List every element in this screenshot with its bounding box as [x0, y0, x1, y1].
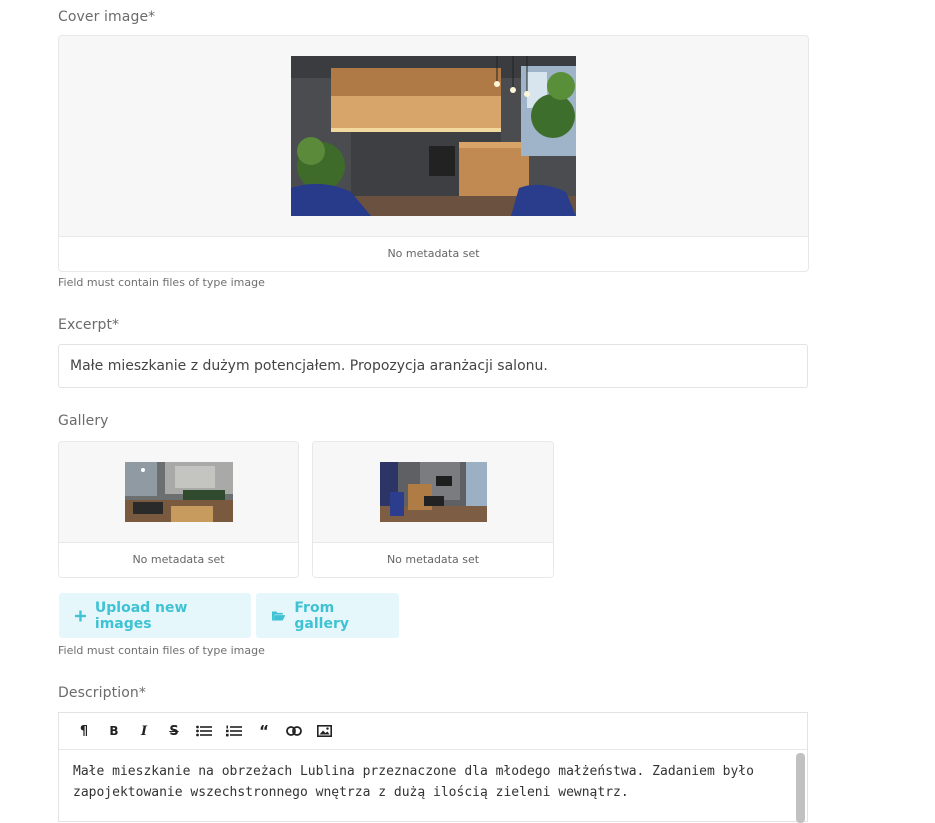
- cover-image-label: Cover image*: [58, 9, 156, 25]
- from-gallery-label: From gallery: [294, 599, 349, 632]
- description-label: Description*: [58, 685, 146, 701]
- plus-icon: [75, 610, 86, 621]
- gallery-item-metadata: No metadata set: [313, 542, 553, 577]
- gallery-label: Gallery: [58, 413, 109, 429]
- description-editor[interactable]: ¶ B I S “ Małe mieszkanie na obrzeżach L…: [58, 712, 808, 823]
- gallery-image[interactable]: [125, 462, 233, 522]
- cover-image[interactable]: [291, 56, 576, 216]
- description-line: Małe mieszkanie na obrzeżach Lublina prz…: [73, 764, 754, 779]
- bullet-list-icon[interactable]: [189, 716, 219, 746]
- gallery-image[interactable]: [380, 462, 487, 522]
- editor-toolbar: ¶ B I S “: [59, 713, 807, 750]
- strikethrough-icon[interactable]: S: [159, 716, 189, 746]
- gallery-item-metadata: No metadata set: [59, 542, 298, 577]
- gallery-item[interactable]: No metadata set: [312, 441, 554, 578]
- cover-image-card[interactable]: No metadata set: [58, 35, 809, 272]
- upload-new-images-label: Upload new images: [94, 599, 188, 632]
- cover-image-area: [59, 36, 808, 237]
- paragraph-icon[interactable]: ¶: [69, 716, 99, 746]
- cover-metadata: No metadata set: [59, 236, 808, 271]
- gallery-image-area: [59, 442, 298, 543]
- link-icon[interactable]: [279, 716, 309, 746]
- gallery-hint: Field must contain files of type image: [58, 644, 265, 657]
- gallery-item[interactable]: No metadata set: [58, 441, 299, 578]
- cover-hint: Field must contain files of type image: [58, 276, 265, 289]
- description-text[interactable]: Małe mieszkanie na obrzeżach Lublina prz…: [73, 761, 787, 803]
- upload-new-images-button[interactable]: Upload new images: [59, 593, 251, 638]
- description-line: zapojektowanie wszechstronnego wnętrza z…: [73, 785, 629, 800]
- folder-open-icon: [272, 611, 286, 620]
- bold-icon[interactable]: B: [99, 716, 129, 746]
- italic-icon[interactable]: I: [129, 716, 159, 746]
- quote-icon[interactable]: “: [249, 716, 279, 746]
- image-icon[interactable]: [309, 716, 339, 746]
- excerpt-input[interactable]: Małe mieszkanie z dużym potencjałem. Pro…: [58, 344, 808, 388]
- gallery-image-area: [313, 442, 553, 543]
- from-gallery-button[interactable]: From gallery: [256, 593, 399, 638]
- numbered-list-icon[interactable]: [219, 716, 249, 746]
- excerpt-label: Excerpt*: [58, 317, 120, 333]
